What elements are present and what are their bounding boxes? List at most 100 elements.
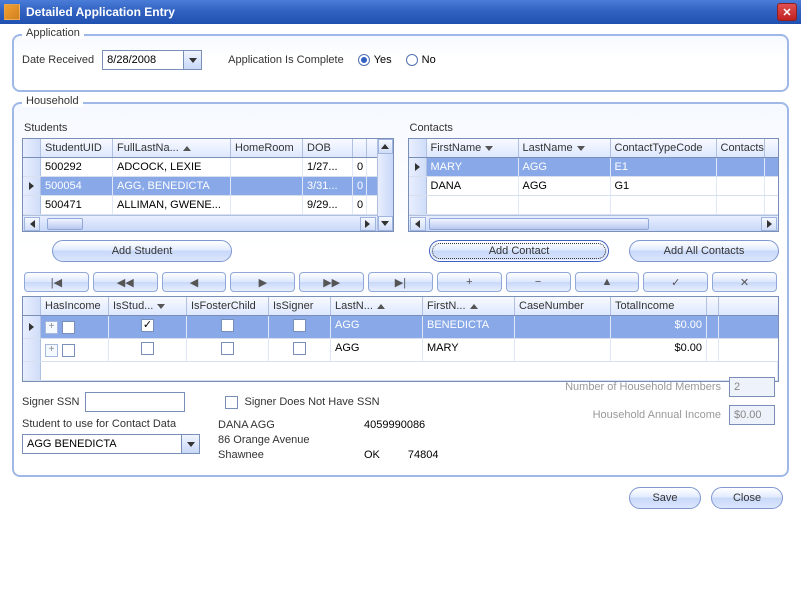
table-row[interactable]: DANA AGG G1 — [409, 177, 779, 196]
annual-income-label: Household Annual Income — [593, 409, 721, 421]
col-lastname[interactable]: LastN... — [331, 297, 423, 315]
issigner-checkbox[interactable] — [293, 319, 306, 332]
col-firstname[interactable]: FirstName — [427, 139, 519, 157]
col-dob[interactable]: DOB — [303, 139, 353, 157]
members-grid[interactable]: HasIncome IsStud... IsFosterChild IsSign… — [22, 296, 779, 382]
save-button[interactable]: Save — [629, 487, 701, 509]
nav-ok-button[interactable]: ✓ — [643, 272, 708, 292]
signer-no-ssn-label: Signer Does Not Have SSN — [244, 396, 379, 408]
contacts-hscroll[interactable] — [409, 215, 779, 231]
row-pointer-icon — [29, 323, 34, 331]
signer-ssn-input[interactable] — [85, 392, 185, 412]
application-group: Application Date Received Application Is… — [12, 34, 789, 92]
nav-delete-button[interactable]: − — [506, 272, 571, 292]
add-contact-button[interactable]: Add Contact — [429, 240, 609, 262]
isstudent-checkbox[interactable] — [141, 319, 154, 332]
students-title: Students — [24, 122, 394, 134]
table-row[interactable]: 500054 AGG, BENEDICTA 3/31... 0 — [23, 177, 377, 196]
date-received-label: Date Received — [22, 54, 94, 66]
sort-asc-icon — [485, 146, 493, 151]
hasincome-checkbox[interactable] — [62, 344, 75, 357]
col-studentuid[interactable]: StudentUID — [41, 139, 113, 157]
isfoster-checkbox[interactable] — [221, 342, 234, 355]
num-members-label: Number of Household Members — [565, 381, 721, 393]
row-pointer-icon — [415, 163, 420, 171]
scroll-thumb[interactable] — [47, 218, 83, 230]
nav-prevpage-button[interactable]: ◀◀ — [93, 272, 158, 292]
students-hscroll[interactable] — [23, 215, 377, 231]
nav-add-button[interactable]: + — [437, 272, 502, 292]
table-row[interactable]: MARY AGG E1 — [409, 158, 779, 177]
student-for-contact-input[interactable] — [23, 435, 181, 453]
scroll-left-icon[interactable] — [410, 217, 426, 231]
students-grid[interactable]: StudentUID FullLastNa... HomeRoom DOB 50… — [22, 138, 394, 232]
window-title: Detailed Application Entry — [26, 5, 777, 19]
num-members-field — [729, 377, 775, 397]
yes-label: Yes — [374, 54, 392, 66]
col-isstudent[interactable]: IsStud... — [109, 297, 187, 315]
student-for-contact-combo[interactable] — [22, 434, 200, 454]
col-hasincome[interactable]: HasIncome — [41, 297, 109, 315]
students-vscroll[interactable] — [377, 139, 393, 231]
table-row[interactable]: + AGG MARY $0.00 — [23, 339, 778, 362]
chevron-down-icon[interactable] — [181, 435, 199, 453]
add-all-contacts-button[interactable]: Add All Contacts — [629, 240, 779, 262]
signer-ssn-label: Signer SSN — [22, 396, 79, 408]
record-navigator: |◀ ◀◀ ◀ ▶ ▶▶ ▶| + − ▲ ✓ ✕ — [22, 272, 779, 292]
scroll-thumb[interactable] — [429, 218, 649, 230]
row-pointer-icon — [29, 182, 34, 190]
add-student-button[interactable]: Add Student — [52, 240, 232, 262]
col-homeroom[interactable]: HomeRoom — [231, 139, 303, 157]
col-contacttype[interactable]: ContactTypeCode — [611, 139, 717, 157]
scroll-down-icon[interactable] — [378, 216, 393, 231]
date-received-field[interactable] — [102, 50, 202, 70]
col-isfoster[interactable]: IsFosterChild — [187, 297, 269, 315]
scroll-up-icon[interactable] — [378, 139, 393, 154]
isstudent-checkbox[interactable] — [141, 342, 154, 355]
students-header: StudentUID FullLastNa... HomeRoom DOB — [23, 139, 377, 158]
expand-icon[interactable]: + — [45, 321, 58, 334]
table-row[interactable]: + AGG BENEDICTA $0.00 — [23, 316, 778, 339]
complete-no-radio[interactable]: No — [406, 54, 436, 66]
date-received-input[interactable] — [103, 51, 183, 69]
nav-nextpage-button[interactable]: ▶▶ — [299, 272, 364, 292]
col-firstname[interactable]: FirstN... — [423, 297, 515, 315]
radio-icon — [406, 54, 418, 66]
nav-cancel-button[interactable]: ✕ — [712, 272, 777, 292]
col-lastname[interactable]: LastName — [519, 139, 611, 157]
title-bar: Detailed Application Entry ✕ — [0, 0, 801, 24]
app-icon — [4, 4, 20, 20]
col-contacts-extra[interactable]: Contacts — [717, 139, 765, 157]
close-icon[interactable]: ✕ — [777, 3, 797, 21]
col-totalincome[interactable]: TotalIncome — [611, 297, 707, 315]
nav-prev-button[interactable]: ◀ — [162, 272, 227, 292]
issigner-checkbox[interactable] — [293, 342, 306, 355]
contact-city: Shawnee — [218, 448, 358, 463]
nav-last-button[interactable]: ▶| — [368, 272, 433, 292]
scroll-right-icon[interactable] — [360, 217, 376, 231]
expand-icon[interactable]: + — [45, 344, 58, 357]
col-issigner[interactable]: IsSigner — [269, 297, 331, 315]
col-casenumber[interactable]: CaseNumber — [515, 297, 611, 315]
nav-edit-button[interactable]: ▲ — [575, 272, 640, 292]
contacts-grid[interactable]: FirstName LastName ContactTypeCode Conta… — [408, 138, 780, 232]
date-dropdown-icon[interactable] — [183, 51, 201, 69]
table-row[interactable]: 500292 ADCOCK, LEXIE 1/27... 0 — [23, 158, 377, 177]
complete-yes-radio[interactable]: Yes — [358, 54, 392, 66]
table-row-empty — [409, 196, 779, 215]
close-button[interactable]: Close — [711, 487, 783, 509]
complete-label: Application Is Complete — [228, 54, 344, 66]
nav-first-button[interactable]: |◀ — [24, 272, 89, 292]
isfoster-checkbox[interactable] — [221, 319, 234, 332]
sort-asc-icon — [470, 304, 478, 309]
nav-next-button[interactable]: ▶ — [230, 272, 295, 292]
scroll-right-icon[interactable] — [761, 217, 777, 231]
table-row[interactable]: 500471 ALLIMAN, GWENE... 9/29... 0 — [23, 196, 377, 215]
col-fullname[interactable]: FullLastNa... — [113, 139, 231, 157]
student-for-contact-label: Student to use for Contact Data — [22, 418, 200, 430]
contact-name: DANA AGG — [218, 418, 358, 433]
scroll-left-icon[interactable] — [24, 217, 40, 231]
hasincome-checkbox[interactable] — [62, 321, 75, 334]
sort-icon — [157, 304, 165, 309]
signer-no-ssn-checkbox[interactable] — [225, 396, 238, 409]
